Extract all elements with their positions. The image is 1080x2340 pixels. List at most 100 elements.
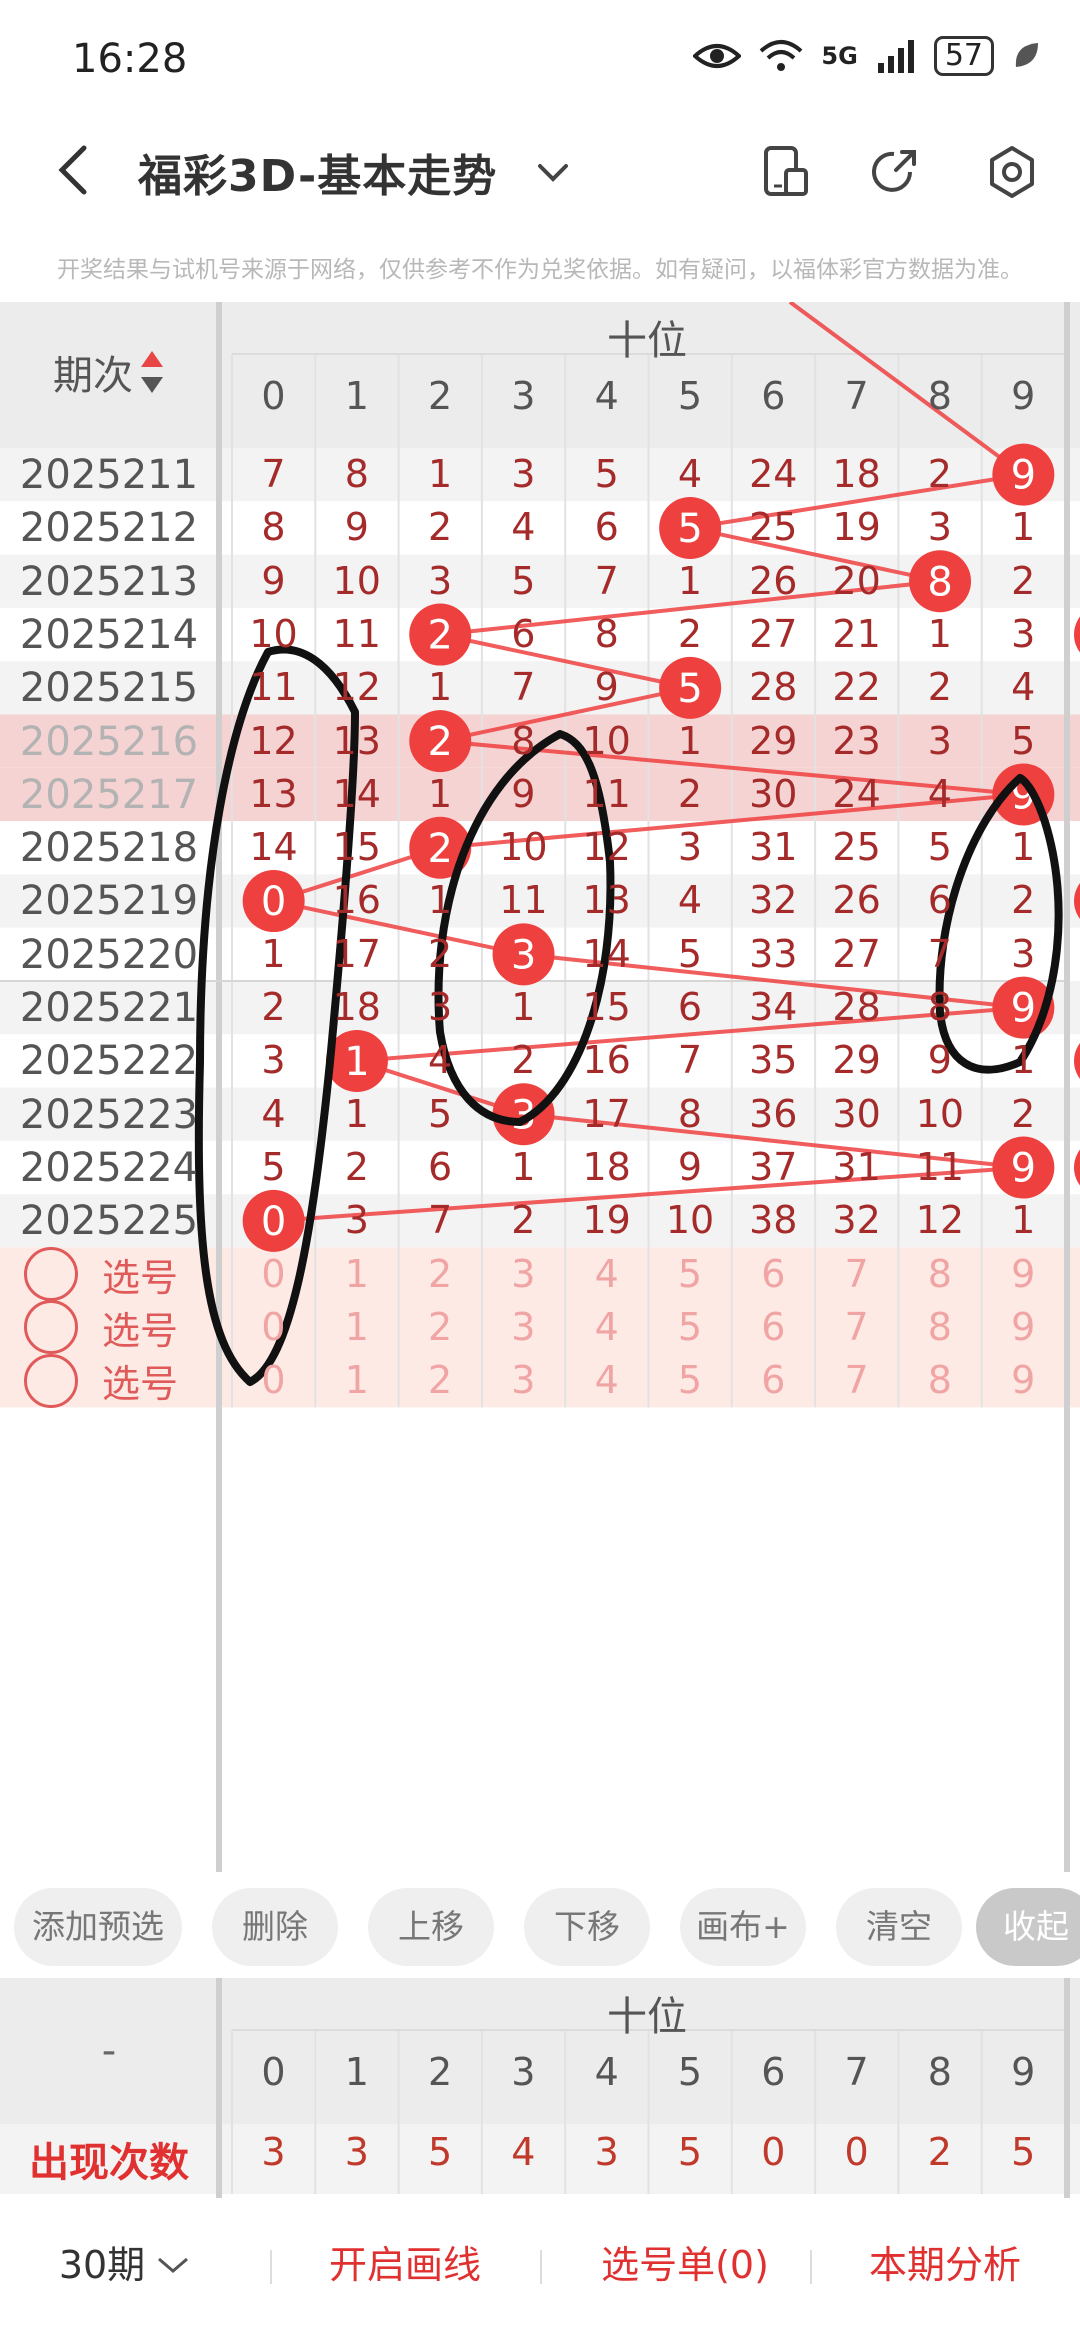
stats-digit-cell: 4 — [594, 2050, 619, 2094]
phone-layout-icon[interactable] — [756, 144, 812, 200]
pick-row-selector[interactable]: 选号 — [24, 1300, 178, 1355]
pick-digit[interactable]: 6 — [732, 1252, 815, 1296]
issue-number[interactable]: 2025214 — [0, 612, 218, 658]
miss-count-cell: 29 — [832, 1038, 881, 1083]
miss-count-cell: 9 — [511, 771, 536, 816]
miss-count-cell: 5 — [511, 558, 536, 603]
sort-icon[interactable] — [139, 349, 165, 395]
issue-number[interactable]: 2025222 — [0, 1038, 218, 1084]
pick-digit[interactable]: 4 — [565, 1305, 648, 1349]
analysis-button[interactable]: 本期分析 — [830, 2210, 1060, 2320]
stats-digit-cell: 1 — [344, 2050, 369, 2094]
move-down-button[interactable]: 下移 — [524, 1888, 650, 1966]
radio-circle-icon[interactable] — [24, 1300, 78, 1355]
settings-icon[interactable] — [984, 144, 1040, 200]
miss-count-cell: 1 — [1011, 1198, 1036, 1243]
pick-digit[interactable]: 9 — [982, 1252, 1065, 1296]
miss-count-cell: 22 — [832, 665, 881, 710]
miss-count-cell: 2 — [1011, 878, 1036, 923]
pick-digit[interactable]: 5 — [649, 1305, 732, 1349]
digit-header-cell: 3 — [511, 374, 536, 418]
canvas-plus-button[interactable]: 画布+ — [680, 1888, 806, 1966]
pick-digit[interactable]: 7 — [815, 1305, 898, 1349]
issue-number[interactable]: 2025211 — [0, 452, 218, 498]
collapse-button[interactable]: 收起 — [976, 1888, 1080, 1966]
pick-digit[interactable]: 0 — [232, 1305, 315, 1349]
back-arrow-icon[interactable] — [46, 140, 106, 200]
share-icon[interactable] — [866, 144, 922, 200]
pick-digit[interactable]: 3 — [482, 1358, 565, 1402]
issue-number[interactable]: 2025218 — [0, 825, 218, 871]
pick-digit[interactable]: 7 — [815, 1358, 898, 1402]
miss-count-cell: 10 — [332, 558, 381, 603]
pick-digit[interactable]: 0 — [232, 1252, 315, 1296]
pick-digit[interactable]: 6 — [732, 1358, 815, 1402]
issue-number[interactable]: 2025225 — [0, 1198, 218, 1244]
period-selector[interactable]: 30期 — [40, 2210, 210, 2320]
miss-count-cell: 3 — [927, 505, 952, 550]
miss-count-cell: 37 — [749, 1144, 798, 1189]
pick-digit[interactable]: 5 — [649, 1358, 732, 1402]
issue-number[interactable]: 2025219 — [0, 878, 218, 924]
pick-digit[interactable]: 8 — [898, 1305, 981, 1349]
pick-digit[interactable]: 1 — [315, 1305, 398, 1349]
separator — [270, 2250, 272, 2284]
miss-count-cell: 2 — [344, 1144, 369, 1189]
draw-line-button[interactable]: 开启画线 — [290, 2210, 520, 2320]
miss-count-cell: 2 — [428, 931, 453, 976]
miss-count-cell: 13 — [582, 878, 631, 923]
pick-list-button[interactable]: 选号单(0) — [560, 2210, 810, 2320]
radio-circle-icon[interactable] — [24, 1247, 78, 1302]
add-preselect-button[interactable]: 添加预选 — [14, 1888, 182, 1966]
stats-digit-cell: 2 — [428, 2050, 453, 2094]
miss-count-cell: 7 — [261, 452, 286, 496]
issue-number[interactable]: 2025215 — [0, 665, 218, 711]
occurrence-count: 5 — [428, 2130, 453, 2174]
pick-digit[interactable]: 1 — [315, 1252, 398, 1296]
issue-number[interactable]: 2025223 — [0, 1092, 218, 1138]
pick-digit[interactable]: 4 — [565, 1358, 648, 1402]
pick-digit[interactable]: 8 — [898, 1252, 981, 1296]
page-title[interactable]: 福彩3D-基本走势 — [138, 140, 497, 204]
pick-digit[interactable]: 5 — [649, 1252, 732, 1296]
move-up-button[interactable]: 上移 — [368, 1888, 494, 1966]
pick-row-selector[interactable]: 选号 — [24, 1353, 178, 1408]
radio-circle-icon[interactable] — [24, 1353, 78, 1408]
pick-digit[interactable]: 9 — [982, 1358, 1065, 1402]
pick-digit[interactable]: 1 — [315, 1358, 398, 1402]
miss-count-cell: 25 — [832, 825, 881, 870]
pick-digit[interactable]: 3 — [482, 1252, 565, 1296]
pick-digit[interactable]: 6 — [732, 1305, 815, 1349]
issue-number[interactable]: 2025213 — [0, 559, 218, 605]
miss-count-cell: 2 — [511, 1198, 536, 1243]
pick-digit[interactable]: 2 — [399, 1358, 482, 1402]
pick-digit[interactable]: 4 — [565, 1252, 648, 1296]
miss-count-cell: 7 — [511, 665, 536, 710]
pick-digit[interactable]: 2 — [399, 1252, 482, 1296]
issue-number[interactable]: 2025224 — [0, 1145, 218, 1191]
pick-digit[interactable]: 9 — [982, 1305, 1065, 1349]
miss-count-cell: 9 — [261, 558, 286, 603]
pick-digit[interactable]: 7 — [815, 1252, 898, 1296]
issue-number[interactable]: 2025216 — [0, 719, 218, 765]
miss-count-cell: 16 — [332, 878, 381, 923]
issue-number[interactable]: 2025221 — [0, 985, 218, 1031]
miss-count-cell: 3 — [927, 718, 952, 763]
issue-number[interactable]: 2025217 — [0, 772, 218, 818]
pick-digit[interactable]: 8 — [898, 1358, 981, 1402]
miss-count-cell: 21 — [832, 611, 881, 656]
pick-digit[interactable]: 3 — [482, 1305, 565, 1349]
pick-row-selector[interactable]: 选号 — [24, 1247, 178, 1302]
chevron-down-icon[interactable] — [530, 150, 576, 196]
pick-digit[interactable]: 2 — [399, 1305, 482, 1349]
pick-digit[interactable]: 0 — [232, 1358, 315, 1402]
delete-button[interactable]: 删除 — [212, 1888, 338, 1966]
stats-digit-cell: 8 — [927, 2050, 952, 2094]
issue-number[interactable]: 2025220 — [0, 932, 218, 978]
issue-header[interactable]: 期次 — [0, 322, 218, 422]
issue-number[interactable]: 2025212 — [0, 505, 218, 551]
miss-count-cell: 5 — [261, 1144, 286, 1189]
stats-section-title: 十位 — [607, 1994, 687, 2040]
clear-button[interactable]: 清空 — [836, 1888, 962, 1966]
stats-digit-cell: 0 — [261, 2050, 286, 2094]
